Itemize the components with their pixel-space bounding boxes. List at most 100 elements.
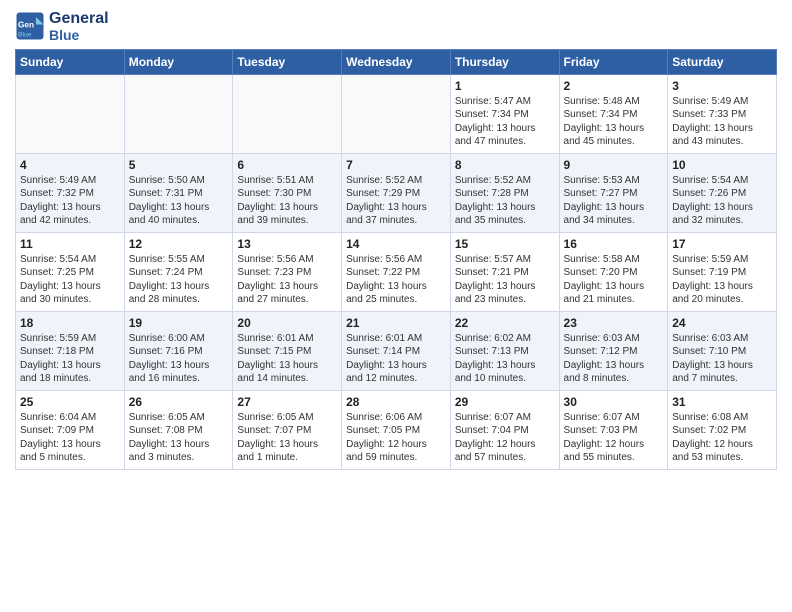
day-number: 16 [564, 237, 664, 251]
day-number: 3 [672, 79, 772, 93]
day-info: Sunrise: 6:05 AM Sunset: 7:08 PM Dayligh… [129, 411, 229, 465]
calendar-cell [124, 74, 233, 153]
calendar-week-row: 1 Sunrise: 5:47 AM Sunset: 7:34 PM Daylig… [16, 74, 777, 153]
day-number: 27 [237, 395, 337, 409]
day-number: 10 [672, 158, 772, 172]
day-number: 9 [564, 158, 664, 172]
day-number: 5 [129, 158, 229, 172]
day-info: Sunrise: 5:49 AM Sunset: 7:32 PM Dayligh… [20, 174, 120, 228]
calendar-cell: 8Sunrise: 5:52 AM Sunset: 7:28 PM Daylig… [450, 153, 559, 232]
calendar-cell: 1 Sunrise: 5:47 AM Sunset: 7:34 PM Daylig… [450, 74, 559, 153]
calendar-cell: 27Sunrise: 6:05 AM Sunset: 7:07 PM Dayli… [233, 390, 342, 469]
day-number: 14 [346, 237, 446, 251]
day-info: Sunrise: 6:01 AM Sunset: 7:15 PM Dayligh… [237, 332, 337, 386]
day-number: 28 [346, 395, 446, 409]
calendar-cell [16, 74, 125, 153]
calendar-cell: 29 Sunrise: 6:07 AM Sunset: 7:04 PM Dayli… [450, 390, 559, 469]
day-number: 19 [129, 316, 229, 330]
calendar-cell: 22Sunrise: 6:02 AM Sunset: 7:13 PM Dayli… [450, 311, 559, 390]
day-number: 1 [455, 79, 555, 93]
logo-text: General Blue [49, 10, 109, 43]
calendar-cell: 12 Sunrise: 5:55 AM Sunset: 7:24 PM Dayli… [124, 232, 233, 311]
calendar-cell: 15 Sunrise: 5:57 AM Sunset: 7:21 PM Dayli… [450, 232, 559, 311]
day-info: Sunrise: 6:03 AM Sunset: 7:10 PM Dayligh… [672, 332, 772, 386]
page-container: Gen Blue General Blue SundayMondayTuesda… [0, 0, 792, 480]
day-number: 15 [455, 237, 555, 251]
day-number: 25 [20, 395, 120, 409]
day-number: 6 [237, 158, 337, 172]
header: Gen Blue General Blue [15, 10, 777, 43]
header-day-thursday: Thursday [450, 49, 559, 74]
calendar-cell: 25 Sunrise: 6:04 AM Sunset: 7:09 PM Dayli… [16, 390, 125, 469]
day-info: Sunrise: 5:47 AM Sunset: 7:34 PM Dayligh… [455, 95, 555, 149]
header-day-saturday: Saturday [668, 49, 777, 74]
svg-text:Blue: Blue [18, 32, 32, 39]
calendar-cell: 13 Sunrise: 5:56 AM Sunset: 7:23 PM Dayli… [233, 232, 342, 311]
day-info: Sunrise: 5:54 AM Sunset: 7:25 PM Dayligh… [20, 253, 120, 307]
header-day-monday: Monday [124, 49, 233, 74]
day-info: Sunrise: 5:48 AM Sunset: 7:34 PM Dayligh… [564, 95, 664, 149]
day-number: 21 [346, 316, 446, 330]
day-number: 30 [564, 395, 664, 409]
logo: Gen Blue General Blue [15, 10, 109, 43]
calendar-cell: 11Sunrise: 5:54 AM Sunset: 7:25 PM Dayli… [16, 232, 125, 311]
svg-text:Gen: Gen [18, 21, 34, 30]
day-info: Sunrise: 5:54 AM Sunset: 7:26 PM Dayligh… [672, 174, 772, 228]
calendar-cell: 5 Sunrise: 5:50 AM Sunset: 7:31 PM Daylig… [124, 153, 233, 232]
day-number: 31 [672, 395, 772, 409]
calendar-cell: 28Sunrise: 6:06 AM Sunset: 7:05 PM Dayli… [342, 390, 451, 469]
day-number: 12 [129, 237, 229, 251]
calendar-cell: 2Sunrise: 5:48 AM Sunset: 7:34 PM Daylig… [559, 74, 668, 153]
day-info: Sunrise: 5:59 AM Sunset: 7:18 PM Dayligh… [20, 332, 120, 386]
day-info: Sunrise: 5:51 AM Sunset: 7:30 PM Dayligh… [237, 174, 337, 228]
calendar-header-row: SundayMondayTuesdayWednesdayThursdayFrid… [16, 49, 777, 74]
day-info: Sunrise: 6:03 AM Sunset: 7:12 PM Dayligh… [564, 332, 664, 386]
calendar-week-row: 11Sunrise: 5:54 AM Sunset: 7:25 PM Dayli… [16, 232, 777, 311]
day-info: Sunrise: 6:07 AM Sunset: 7:04 PM Dayligh… [455, 411, 555, 465]
day-info: Sunrise: 6:00 AM Sunset: 7:16 PM Dayligh… [129, 332, 229, 386]
day-number: 17 [672, 237, 772, 251]
calendar-cell [233, 74, 342, 153]
day-number: 26 [129, 395, 229, 409]
calendar-week-row: 18 Sunrise: 5:59 AM Sunset: 7:18 PM Dayli… [16, 311, 777, 390]
day-info: Sunrise: 5:56 AM Sunset: 7:22 PM Dayligh… [346, 253, 446, 307]
day-number: 18 [20, 316, 120, 330]
calendar-cell: 23 Sunrise: 6:03 AM Sunset: 7:12 PM Dayli… [559, 311, 668, 390]
day-info: Sunrise: 5:56 AM Sunset: 7:23 PM Dayligh… [237, 253, 337, 307]
header-day-sunday: Sunday [16, 49, 125, 74]
calendar-cell: 18 Sunrise: 5:59 AM Sunset: 7:18 PM Dayli… [16, 311, 125, 390]
calendar-cell: 21 Sunrise: 6:01 AM Sunset: 7:14 PM Dayli… [342, 311, 451, 390]
day-number: 13 [237, 237, 337, 251]
day-info: Sunrise: 6:02 AM Sunset: 7:13 PM Dayligh… [455, 332, 555, 386]
calendar-cell [342, 74, 451, 153]
calendar-week-row: 25 Sunrise: 6:04 AM Sunset: 7:09 PM Dayli… [16, 390, 777, 469]
day-info: Sunrise: 6:04 AM Sunset: 7:09 PM Dayligh… [20, 411, 120, 465]
day-info: Sunrise: 5:55 AM Sunset: 7:24 PM Dayligh… [129, 253, 229, 307]
calendar-cell: 26 Sunrise: 6:05 AM Sunset: 7:08 PM Dayli… [124, 390, 233, 469]
calendar-week-row: 4 Sunrise: 5:49 AM Sunset: 7:32 PM Daylig… [16, 153, 777, 232]
calendar-cell: 6 Sunrise: 5:51 AM Sunset: 7:30 PM Daylig… [233, 153, 342, 232]
calendar-table: SundayMondayTuesdayWednesdayThursdayFrid… [15, 49, 777, 470]
header-day-wednesday: Wednesday [342, 49, 451, 74]
calendar-cell: 14 Sunrise: 5:56 AM Sunset: 7:22 PM Dayli… [342, 232, 451, 311]
calendar-cell: 4 Sunrise: 5:49 AM Sunset: 7:32 PM Daylig… [16, 153, 125, 232]
day-number: 24 [672, 316, 772, 330]
day-number: 20 [237, 316, 337, 330]
day-number: 29 [455, 395, 555, 409]
day-info: Sunrise: 5:52 AM Sunset: 7:29 PM Dayligh… [346, 174, 446, 228]
calendar-cell: 24 Sunrise: 6:03 AM Sunset: 7:10 PM Dayli… [668, 311, 777, 390]
day-info: Sunrise: 6:07 AM Sunset: 7:03 PM Dayligh… [564, 411, 664, 465]
calendar-cell: 19 Sunrise: 6:00 AM Sunset: 7:16 PM Dayli… [124, 311, 233, 390]
day-info: Sunrise: 5:58 AM Sunset: 7:20 PM Dayligh… [564, 253, 664, 307]
logo-icon: Gen Blue [15, 11, 45, 41]
day-info: Sunrise: 5:50 AM Sunset: 7:31 PM Dayligh… [129, 174, 229, 228]
day-number: 23 [564, 316, 664, 330]
day-number: 4 [20, 158, 120, 172]
calendar-cell: 30 Sunrise: 6:07 AM Sunset: 7:03 PM Dayli… [559, 390, 668, 469]
header-day-friday: Friday [559, 49, 668, 74]
calendar-cell: 9Sunrise: 5:53 AM Sunset: 7:27 PM Daylig… [559, 153, 668, 232]
day-info: Sunrise: 6:01 AM Sunset: 7:14 PM Dayligh… [346, 332, 446, 386]
day-info: Sunrise: 6:08 AM Sunset: 7:02 PM Dayligh… [672, 411, 772, 465]
day-number: 8 [455, 158, 555, 172]
day-info: Sunrise: 5:57 AM Sunset: 7:21 PM Dayligh… [455, 253, 555, 307]
